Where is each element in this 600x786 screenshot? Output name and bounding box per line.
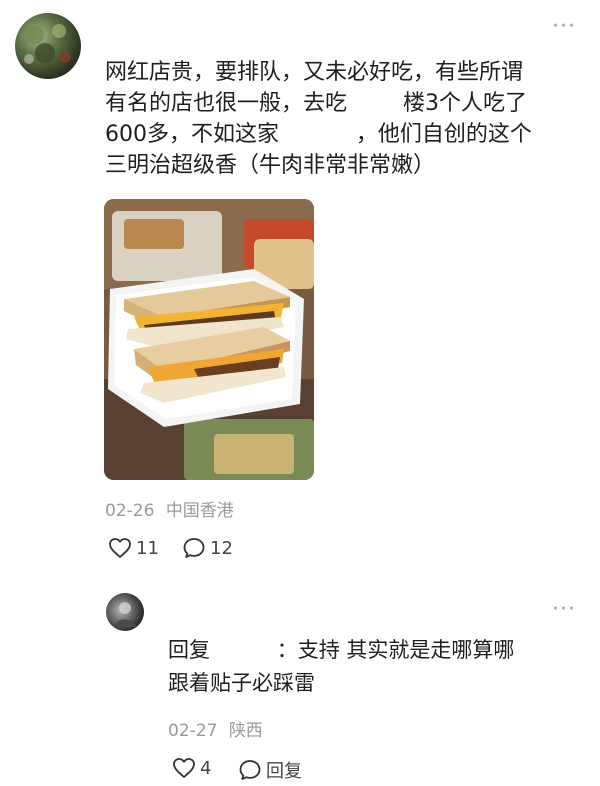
reply-like-count: 4: [200, 757, 212, 779]
reply-meta: 02-27 陕西: [168, 716, 263, 741]
post-date: 02-26: [105, 501, 155, 521]
reply-date: 02-27: [168, 721, 218, 741]
reply-text: 回复 ：支持 其实就是走哪算哪 跟着贴子必踩雷: [168, 634, 588, 700]
reply-label: 回复: [266, 761, 302, 782]
post-like-count: 11: [136, 537, 159, 559]
heart-icon: [173, 758, 195, 778]
post-more-icon[interactable]: ···: [552, 16, 576, 38]
sandwich-photo-illustration: [104, 199, 314, 480]
post-author-avatar[interactable]: [15, 13, 81, 79]
post-like-button[interactable]: 11: [108, 537, 159, 559]
avatar-figure: [114, 602, 136, 627]
post-photo[interactable]: [104, 199, 314, 480]
post-text-line: 有名的店也很一般，去吃 楼3个人吃了: [105, 91, 527, 116]
post-text-line: 600多，不如这家 ，他们自创的这个: [105, 122, 532, 147]
reply-more-icon[interactable]: ···: [552, 599, 576, 621]
comment-bubble-icon: [183, 538, 205, 558]
post-text-line: 网红店贵，要排队，又未必好吃，有些所谓: [105, 60, 524, 85]
post-comment-count: 12: [210, 537, 233, 559]
avatar-foliage: [24, 24, 71, 64]
comment-bubble-icon: [239, 760, 261, 780]
reply-like-button[interactable]: 4: [172, 757, 211, 779]
reply-reply-button[interactable]: 回复: [238, 757, 302, 783]
reply-text-line: 回复 ：支持 其实就是走哪算哪: [168, 638, 515, 662]
post-location: 中国香港: [165, 501, 234, 521]
post-text-line: 三明治超级香（牛肉非常非常嫩）: [105, 153, 436, 178]
reply-location: 陕西: [228, 721, 263, 741]
post-text: 网红店贵，要排队，又未必好吃，有些所谓 有名的店也很一般，去吃 楼3个人吃了 6…: [105, 57, 590, 181]
reply-author-avatar[interactable]: [106, 593, 144, 631]
post-comment-button[interactable]: 12: [182, 537, 233, 559]
post-meta: 02-26 中国香港: [105, 496, 234, 521]
reply-text-line: 跟着贴子必踩雷: [168, 671, 315, 695]
heart-icon: [109, 538, 131, 558]
